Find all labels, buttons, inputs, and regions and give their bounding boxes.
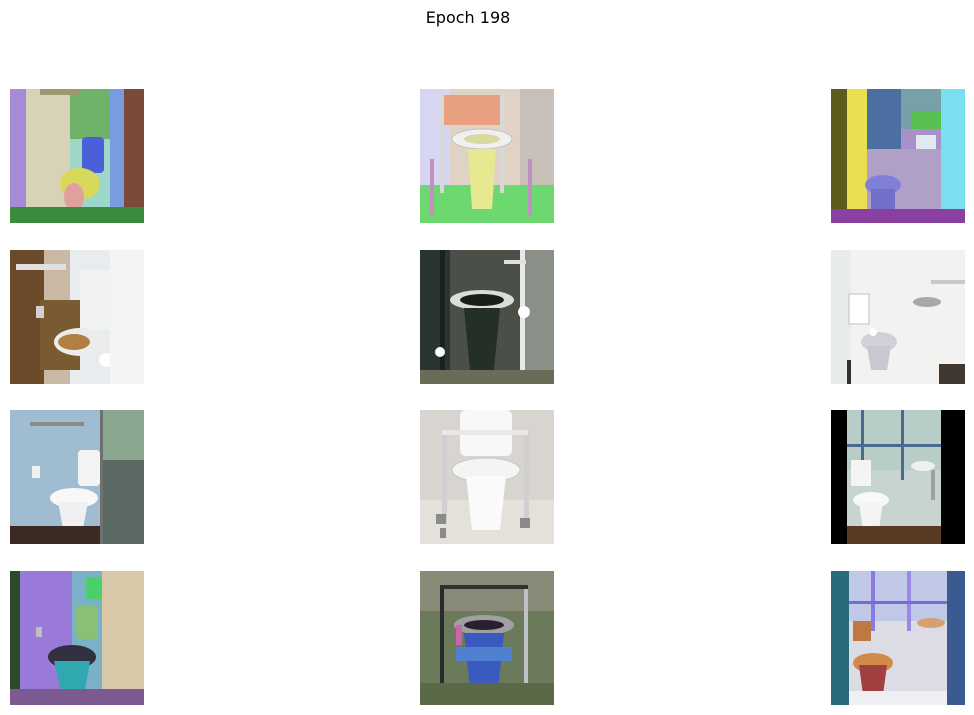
image-tile-r4-c1	[10, 571, 144, 705]
image-tile-r1-c1	[10, 89, 144, 223]
image-tile-r2-c2	[420, 250, 554, 384]
image-tile-r3-c3	[831, 410, 965, 544]
image-tile-r2-c1	[10, 250, 144, 384]
image-tile-r1-c3	[831, 89, 965, 223]
image-tile-r3-c2	[420, 410, 554, 544]
image-tile-r1-c2	[420, 89, 554, 223]
image-tile-r3-c1	[10, 410, 144, 544]
image-tile-r2-c3	[831, 250, 965, 384]
image-tile-r4-c3	[831, 571, 965, 705]
image-tile-r4-c2	[420, 571, 554, 705]
figure-title: Epoch 198	[425, 8, 511, 27]
